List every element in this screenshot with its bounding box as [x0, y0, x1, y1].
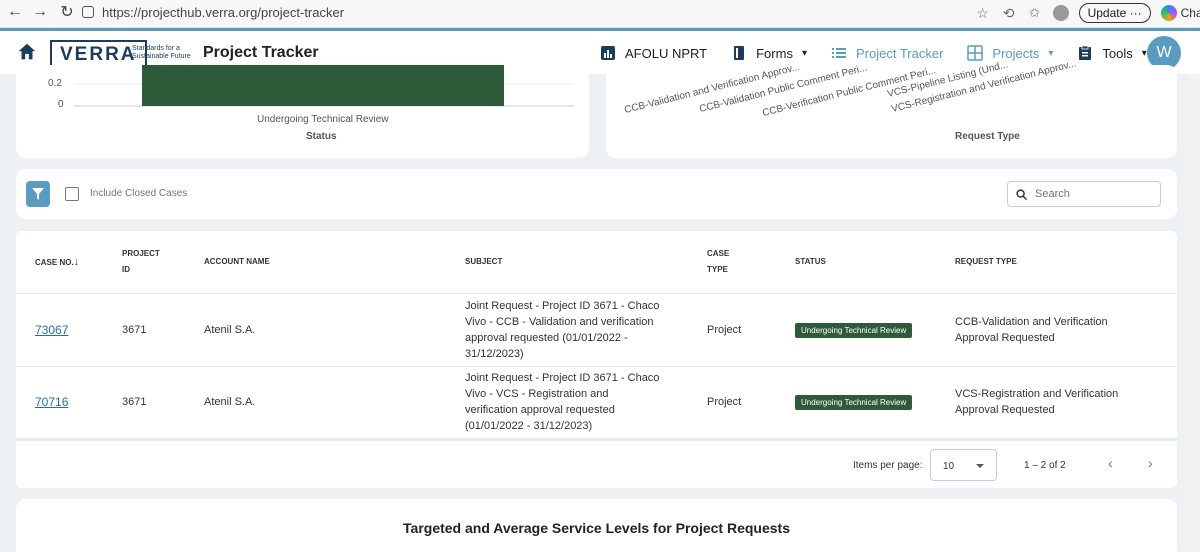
- nav-tools[interactable]: Tools ▾: [1077, 45, 1147, 61]
- next-page-icon[interactable]: ›: [1148, 455, 1153, 471]
- nav-afolu-nprt[interactable]: AFOLU NPRT: [600, 45, 707, 61]
- y-tick-label: 0: [58, 99, 64, 110]
- status-chart-svg: [74, 65, 574, 107]
- filter-button[interactable]: [26, 181, 50, 207]
- case-link[interactable]: 70716: [35, 395, 68, 409]
- y-tick-label: 0.2: [48, 78, 62, 89]
- column-header-account-name: ACCOUNT NAME: [204, 257, 270, 266]
- dropdown-caret-icon: [976, 464, 984, 468]
- status-badge: Undergoing Technical Review: [795, 323, 913, 338]
- include-closed-checkbox[interactable]: [65, 187, 79, 201]
- reload-icon[interactable]: ↻: [54, 1, 80, 23]
- x-axis-title: Status: [306, 131, 337, 142]
- page-title: Project Tracker: [203, 44, 319, 61]
- search-input[interactable]: [1035, 188, 1145, 200]
- chevron-down-icon: ▾: [801, 47, 807, 59]
- search-icon: [1016, 188, 1027, 200]
- service-levels-card: Targeted and Average Service Levels for …: [16, 499, 1177, 552]
- column-header-case-no[interactable]: CASE NO.↓: [35, 254, 79, 271]
- project-id-cell: 3671: [122, 396, 147, 408]
- nav-project-tracker[interactable]: Project Tracker: [831, 45, 943, 61]
- favorites-icon[interactable]: ✩: [1027, 5, 1043, 21]
- star-icon[interactable]: ☆: [975, 5, 991, 21]
- account-name-cell: Atenil S.A.: [204, 324, 256, 336]
- column-header-project-id: PROJECT ID: [122, 249, 160, 274]
- list-icon: [831, 48, 846, 58]
- previous-page-icon[interactable]: ‹: [1108, 455, 1113, 471]
- cases-table: CASE NO.↓ PROJECT ID ACCOUNT NAME SUBJECT…: [16, 231, 1177, 488]
- request-type-chart: CCB-Validation and Verification Approv..…: [606, 58, 1177, 158]
- clipboard-icon: [1079, 45, 1092, 60]
- browser-toolbar: ← → ↻ https://projecthub.verra.org/proje…: [0, 0, 1200, 28]
- forward-icon[interactable]: →: [27, 1, 53, 23]
- column-header-request-type: REQUEST TYPE: [955, 257, 1017, 266]
- chevron-down-icon: ▾: [1048, 47, 1054, 59]
- request-type-cell: VCS-Registration and Verification Approv…: [955, 388, 1119, 416]
- nav-forms[interactable]: Forms ▾: [731, 45, 807, 61]
- logo-tagline: Standards for a Sustainable Future: [132, 45, 191, 60]
- copilot-icon: [1160, 5, 1177, 21]
- request-type-cell: CCB-Validation and Verification Approval…: [955, 316, 1108, 344]
- project-id-cell: 3671: [122, 324, 147, 336]
- x-axis-title: Request Type: [955, 131, 1020, 142]
- sort-arrow-down-icon: ↓: [73, 256, 80, 268]
- case-link[interactable]: 73067: [35, 323, 68, 337]
- row-divider: [16, 366, 1177, 367]
- column-header-status: STATUS: [795, 257, 826, 266]
- row-divider: [16, 438, 1177, 441]
- chat-button[interactable]: Chat: [1160, 5, 1200, 21]
- account-name-cell: Atenil S.A.: [204, 396, 256, 408]
- page-scrollbar[interactable]: [1188, 74, 1200, 552]
- search-field[interactable]: [1007, 181, 1161, 207]
- back-icon[interactable]: ←: [2, 1, 28, 23]
- browser-update-button[interactable]: Update ···: [1078, 3, 1151, 23]
- x-category-label: Undergoing Technical Review: [257, 114, 389, 125]
- items-per-page-label: Items per page:: [853, 460, 923, 471]
- service-levels-title: Targeted and Average Service Levels for …: [403, 520, 790, 536]
- status-chart: 0.2 0 Undergoing Technical Review Status: [16, 65, 589, 158]
- subject-cell: Joint Request - Project ID 3671 - Chaco …: [465, 300, 660, 360]
- items-per-page-select[interactable]: 10: [930, 449, 997, 481]
- subject-cell: Joint Request - Project ID 3671 - Chaco …: [465, 372, 660, 432]
- bar-chart-icon: [601, 46, 615, 60]
- pagination-range: 1 – 2 of 2: [1024, 460, 1066, 471]
- filter-bar: Include Closed Cases: [16, 169, 1177, 219]
- column-header-subject: SUBJECT: [465, 257, 503, 266]
- status-bar-undergoing-technical-review[interactable]: [142, 65, 504, 106]
- home-icon[interactable]: [16, 41, 38, 63]
- row-divider: [16, 293, 1177, 294]
- case-type-cell: Project: [707, 396, 742, 408]
- nav-projects[interactable]: Projects ▾: [967, 45, 1053, 61]
- column-header-case-type: CASE TYPE: [707, 249, 730, 274]
- case-type-cell: Project: [707, 324, 742, 336]
- extension-icon[interactable]: ⟲: [1001, 5, 1017, 21]
- book-icon: [734, 46, 745, 60]
- address-bar[interactable]: https://projecthub.verra.org/project-tra…: [82, 0, 882, 24]
- status-badge: Undergoing Technical Review: [795, 395, 913, 410]
- include-closed-label: Include Closed Cases: [90, 188, 188, 199]
- lock-icon: [82, 6, 94, 18]
- url-text: https://projecthub.verra.org/project-tra…: [102, 4, 345, 20]
- browser-profile-icon[interactable]: [1052, 5, 1069, 21]
- filter-icon: [32, 188, 44, 200]
- grid-icon: [967, 45, 984, 61]
